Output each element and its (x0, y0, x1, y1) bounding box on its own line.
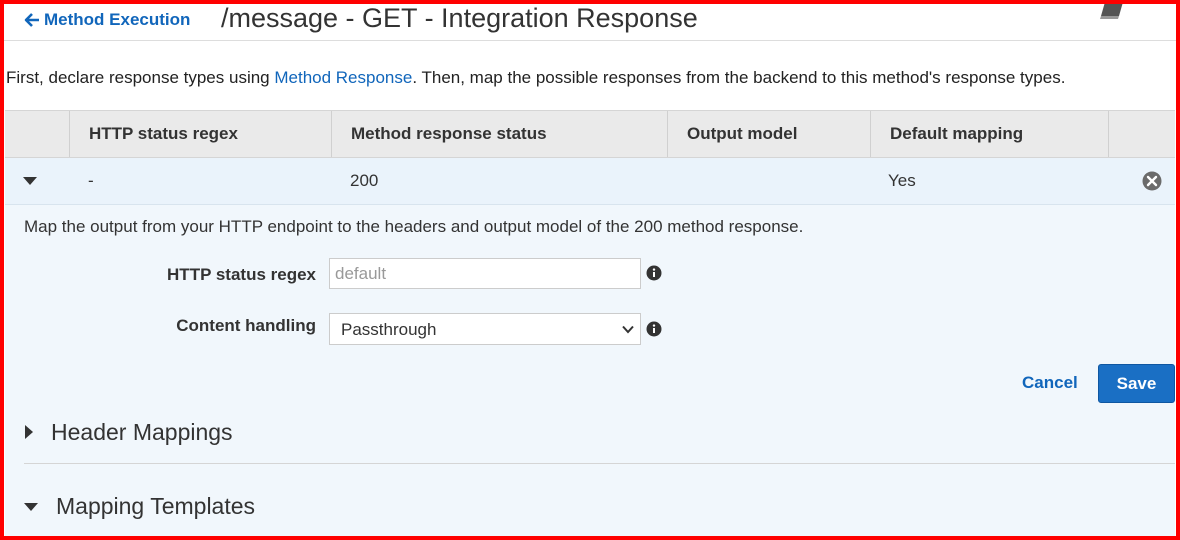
caret-down-icon (24, 503, 38, 511)
http-status-regex-input[interactable] (329, 258, 641, 289)
content-handling-value: Passthrough (341, 320, 437, 339)
method-response-link[interactable]: Method Response (274, 68, 412, 87)
cancel-button[interactable]: Cancel (1022, 373, 1078, 393)
page-title: /message - GET - Integration Response (221, 3, 698, 33)
row-method-response-status: 200 (350, 171, 379, 190)
info-icon[interactable] (646, 321, 662, 337)
header-mappings-label: Header Mappings (51, 419, 233, 445)
row-default-mapping: Yes (888, 171, 916, 190)
integration-response-panel: Map the output from your HTTP endpoint t… (5, 205, 1175, 540)
content-handling-select[interactable]: Passthrough (329, 313, 641, 345)
intro-after: . Then, map the possible responses from … (412, 68, 1066, 87)
header-mappings-section[interactable]: Header Mappings (24, 417, 1175, 449)
http-status-regex-label: HTTP status regex (167, 265, 316, 284)
arrow-left-icon (24, 13, 39, 27)
remove-circle-icon[interactable] (1142, 171, 1162, 191)
caret-right-icon (25, 425, 33, 439)
caret-down-icon[interactable] (23, 176, 37, 186)
intro-text: First, declare response types using Meth… (6, 68, 1065, 88)
section-divider (24, 463, 1175, 464)
column-header-http-status-regex[interactable]: HTTP status regex (69, 111, 331, 157)
column-header-output-model[interactable]: Output model (667, 111, 870, 157)
method-execution-back-link[interactable]: Method Execution (24, 10, 190, 30)
row-http-status-regex: - (88, 171, 94, 190)
panel-description: Map the output from your HTTP endpoint t… (24, 217, 804, 236)
column-header-actions (1108, 111, 1175, 157)
info-icon[interactable] (646, 265, 662, 281)
mapping-templates-section[interactable]: Mapping Templates (24, 491, 1175, 523)
content-handling-label: Content handling (176, 316, 316, 335)
back-link-label: Method Execution (44, 10, 191, 29)
intro-before: First, declare response types using (6, 68, 275, 87)
page-header: Method Execution /message - GET - Integr… (0, 0, 1180, 41)
chevron-down-icon (622, 325, 634, 334)
column-header-method-response-status[interactable]: Method response status (331, 111, 667, 157)
book-icon[interactable] (1097, 2, 1125, 20)
column-header-default-mapping[interactable]: Default mapping (870, 111, 1108, 157)
save-button[interactable]: Save (1098, 364, 1175, 403)
table-row[interactable]: - 200 Yes (5, 158, 1175, 205)
mapping-templates-label: Mapping Templates (56, 493, 256, 519)
table-header: HTTP status regex Method response status… (5, 110, 1175, 158)
